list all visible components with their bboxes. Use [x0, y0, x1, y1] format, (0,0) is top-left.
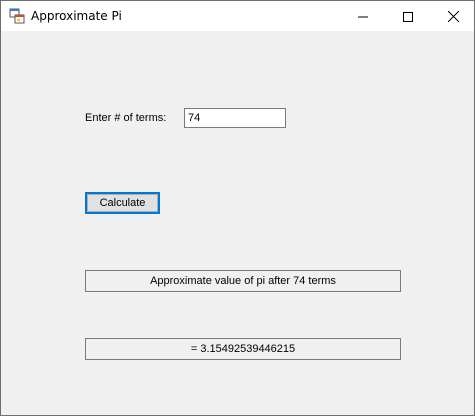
window-title: Approximate Pi	[31, 9, 122, 23]
minimize-icon	[358, 7, 368, 26]
description-output-text: Approximate value of pi after 74 terms	[150, 275, 336, 287]
maximize-icon	[403, 7, 413, 26]
pi-value-output-text: = 3.15492539446215	[190, 343, 296, 355]
windows-form-icon[interactable]	[9, 8, 25, 24]
pi-value-output: = 3.15492539446215	[85, 338, 401, 360]
form-client-area: Enter # of terms: Calculate Approximate …	[1, 31, 474, 415]
minimize-button[interactable]	[340, 1, 386, 31]
close-icon	[447, 7, 459, 26]
maximize-button[interactable]	[385, 1, 431, 31]
terms-label: Enter # of terms:	[85, 112, 167, 124]
close-button[interactable]	[430, 1, 475, 31]
description-output: Approximate value of pi after 74 terms	[85, 270, 401, 292]
title-bar[interactable]: Approximate Pi	[1, 1, 474, 31]
calculate-button-label: Calculate	[99, 197, 146, 209]
terms-input[interactable]	[184, 108, 286, 128]
app-window: Approximate Pi Enter # of terms: C	[0, 0, 475, 416]
calculate-button[interactable]: Calculate	[85, 192, 160, 214]
